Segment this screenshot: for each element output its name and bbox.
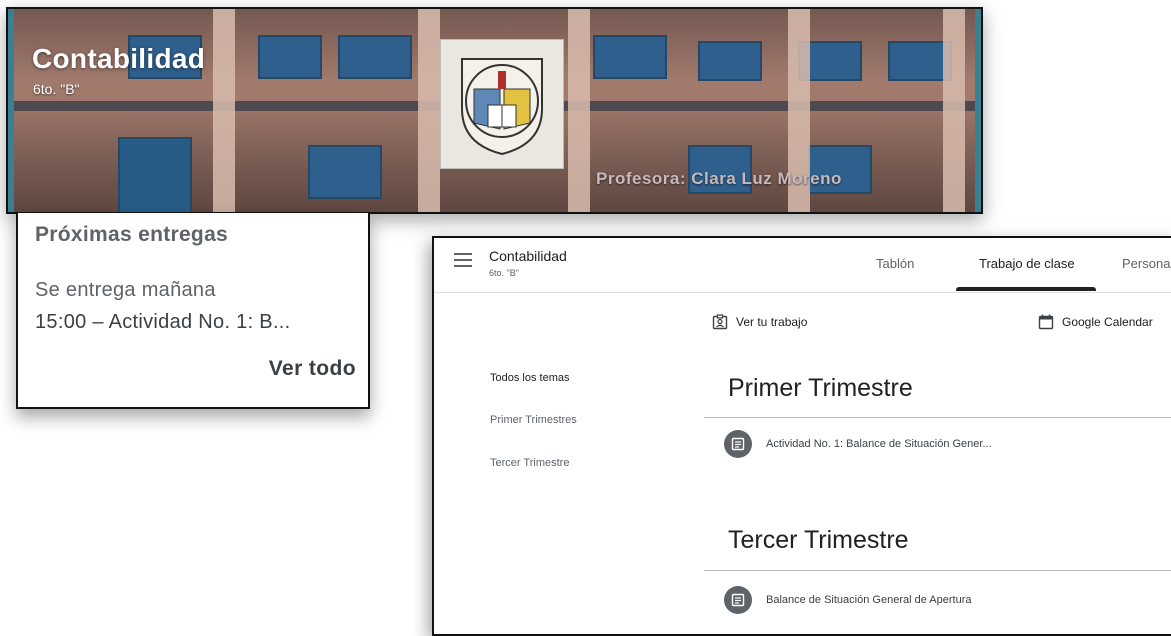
view-your-work-label: Ver tu trabajo: [736, 315, 808, 329]
assignment-item[interactable]: Balance de Situación General de Apertura: [724, 586, 971, 614]
tab-people[interactable]: Personas: [1122, 256, 1171, 271]
hamburger-icon[interactable]: [454, 253, 472, 267]
active-tab-indicator: [956, 287, 1096, 291]
school-crest-logo: [440, 39, 564, 169]
sidebar-item-first-term[interactable]: Primer Trimestres: [490, 414, 577, 426]
header-class-name[interactable]: Contabilidad: [489, 248, 567, 264]
tab-classwork[interactable]: Trabajo de clase: [979, 256, 1075, 271]
assignment-title: Balance de Situación General de Apertura: [766, 594, 972, 606]
sidebar-item-all-topics[interactable]: Todos los temas: [490, 372, 569, 384]
classwork-panel: Contabilidad 6to. "B" Tablón Trabajo de …: [432, 236, 1171, 636]
assignment-item[interactable]: Actividad No. 1: Balance de Situación Ge…: [724, 430, 992, 458]
upcoming-assignment-link[interactable]: 15:00 – Actividad No. 1: B...: [35, 311, 291, 334]
assignment-icon: [724, 430, 752, 458]
assignment-icon: [724, 586, 752, 614]
assignment-title: Actividad No. 1: Balance de Situación Ge…: [766, 438, 992, 450]
top-app-bar: Contabilidad 6to. "B" Tablón Trabajo de …: [434, 238, 1171, 293]
view-all-link[interactable]: Ver todo: [269, 357, 356, 381]
upcoming-assignments-card: Próximas entregas Se entrega mañana 15:0…: [16, 213, 370, 409]
upcoming-due-label: Se entrega mañana: [35, 279, 216, 301]
upcoming-title: Próximas entregas: [35, 223, 229, 246]
banner-class-title: Contabilidad: [32, 43, 206, 74]
topic-divider: [704, 417, 1171, 418]
assignment-ind-icon: [712, 314, 728, 330]
header-class-section: 6to. "B": [489, 268, 519, 278]
sidebar-item-third-term[interactable]: Tercer Trimestre: [490, 457, 569, 469]
banner-teacher-name: Profesora: Clara Luz Moreno: [596, 169, 842, 188]
topic-title-third-term: Tercer Trimestre: [728, 526, 909, 554]
topic-divider: [704, 570, 1171, 571]
google-calendar-label: Google Calendar: [1062, 315, 1153, 329]
banner-class-section: 6to. "B": [33, 81, 80, 97]
view-your-work-button[interactable]: Ver tu trabajo: [712, 314, 807, 330]
topic-title-first-term: Primer Trimestre: [728, 374, 913, 402]
google-calendar-button[interactable]: Google Calendar: [1038, 314, 1153, 330]
tab-stream[interactable]: Tablón: [876, 256, 914, 271]
class-banner: Contabilidad 6to. "B" Profesora: Clara L…: [6, 7, 983, 214]
calendar-icon: [1038, 314, 1054, 330]
